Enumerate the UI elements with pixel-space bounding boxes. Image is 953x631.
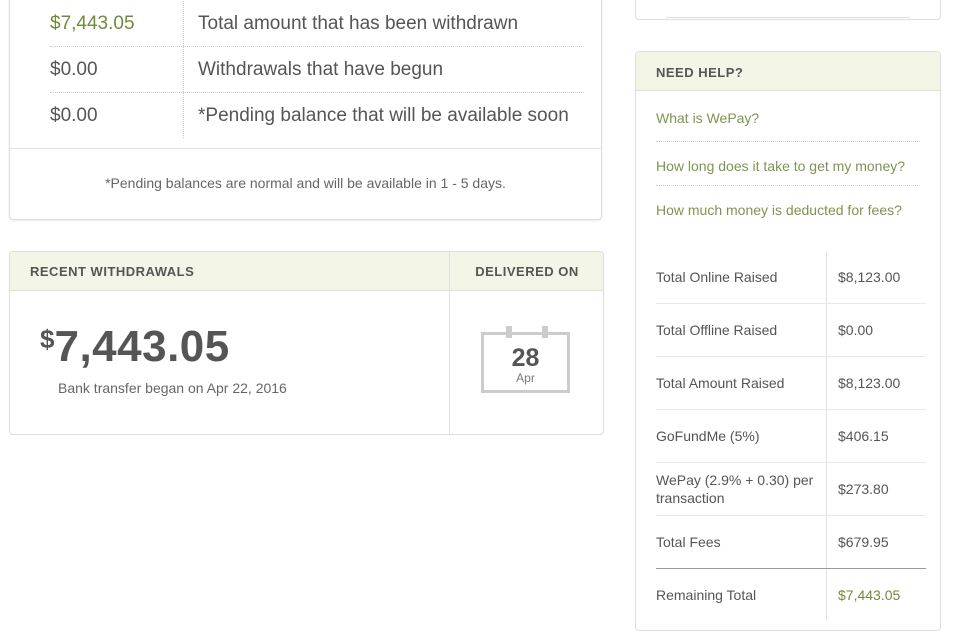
delivered-on-title: DELIVERED ON	[475, 264, 579, 279]
withdrawal-value: 7,443.05	[54, 322, 230, 371]
fee-label: Total Online Raised	[656, 251, 827, 304]
fee-value: $679.95	[826, 515, 926, 569]
currency-symbol: $	[40, 324, 55, 354]
fee-value: $8,123.00	[826, 251, 926, 304]
sidebar-top-divider	[666, 17, 910, 18]
fee-value: $406.15	[826, 409, 926, 463]
pending-description: *Pending balance that will be available …	[198, 105, 569, 126]
withdrawal-amount: $ 7,443.05	[40, 322, 230, 372]
sidebar-top-panel	[635, 0, 941, 20]
transfer-note: Bank transfer began on Apr 22, 2016	[58, 380, 287, 396]
recent-withdrawals-panel: RECENT WITHDRAWALS DELIVERED ON $ 7,443.…	[9, 251, 604, 435]
table-row: Total Amount Raised $8,123.00	[656, 356, 926, 410]
table-row: Total Fees $679.95	[656, 515, 926, 569]
calendar-ring	[542, 326, 548, 338]
withdrawn-amount: $7,443.05	[50, 1, 184, 46]
fee-label: GoFundMe (5%)	[656, 409, 827, 463]
withdrawal-summary-panel: $7,443.05 Total amount that has been wit…	[9, 0, 602, 220]
table-row: Total Offline Raised $0.00	[656, 303, 926, 357]
fee-label: Total Amount Raised	[656, 356, 827, 410]
summary-row-withdrawn: $7,443.05 Total amount that has been wit…	[50, 1, 584, 47]
table-row: Total Online Raised $8,123.00	[656, 251, 926, 304]
need-help-title: NEED HELP?	[656, 65, 744, 80]
column-divider	[449, 252, 450, 434]
help-link-fees[interactable]: How much money is deducted for fees?	[656, 186, 936, 220]
delivered-day: 28	[511, 344, 540, 372]
table-row: Remaining Total $7,443.05	[656, 568, 926, 621]
summary-list: $7,443.05 Total amount that has been wit…	[50, 1, 584, 138]
summary-row-pending: $0.00 *Pending balance that will be avai…	[50, 93, 584, 138]
pending-footnote: *Pending balances are normal and will be…	[105, 175, 506, 191]
withdrawn-description: Total amount that has been withdrawn	[198, 13, 519, 34]
pending-amount: $0.00	[50, 93, 184, 138]
fees-table: Total Online Raised $8,123.00 Total Offl…	[656, 251, 926, 621]
delivered-month: Apr	[516, 371, 535, 385]
fee-value: $0.00	[826, 303, 926, 357]
fee-label: Total Offline Raised	[656, 303, 827, 357]
table-row: WePay (2.9% + 0.30) per transaction $273…	[656, 462, 926, 516]
help-link-what-is-wepay[interactable]: What is WePay?	[656, 102, 920, 142]
fee-label: Remaining Total	[656, 568, 827, 621]
begun-description: Withdrawals that have begun	[198, 59, 444, 80]
help-links: What is WePay? How long does it take to …	[656, 102, 920, 220]
remaining-total-value: $7,443.05	[838, 587, 901, 603]
summary-divider	[10, 148, 601, 149]
fee-label: Total Fees	[656, 515, 827, 569]
calendar-icon: 28 Apr	[481, 326, 570, 393]
table-row: GoFundMe (5%) $406.15	[656, 409, 926, 463]
need-help-panel: NEED HELP? What is WePay? How long does …	[635, 51, 941, 631]
recent-withdrawals-title: RECENT WITHDRAWALS	[30, 264, 195, 279]
calendar-ring	[506, 326, 512, 338]
summary-row-begun: $0.00 Withdrawals that have begun	[50, 47, 584, 93]
help-link-how-long[interactable]: How long does it take to get my money?	[656, 142, 920, 186]
fee-label: WePay (2.9% + 0.30) per transaction	[656, 462, 827, 516]
fee-value: $8,123.00	[826, 356, 926, 410]
fee-value: $273.80	[826, 462, 926, 516]
begun-amount: $0.00	[50, 47, 184, 92]
